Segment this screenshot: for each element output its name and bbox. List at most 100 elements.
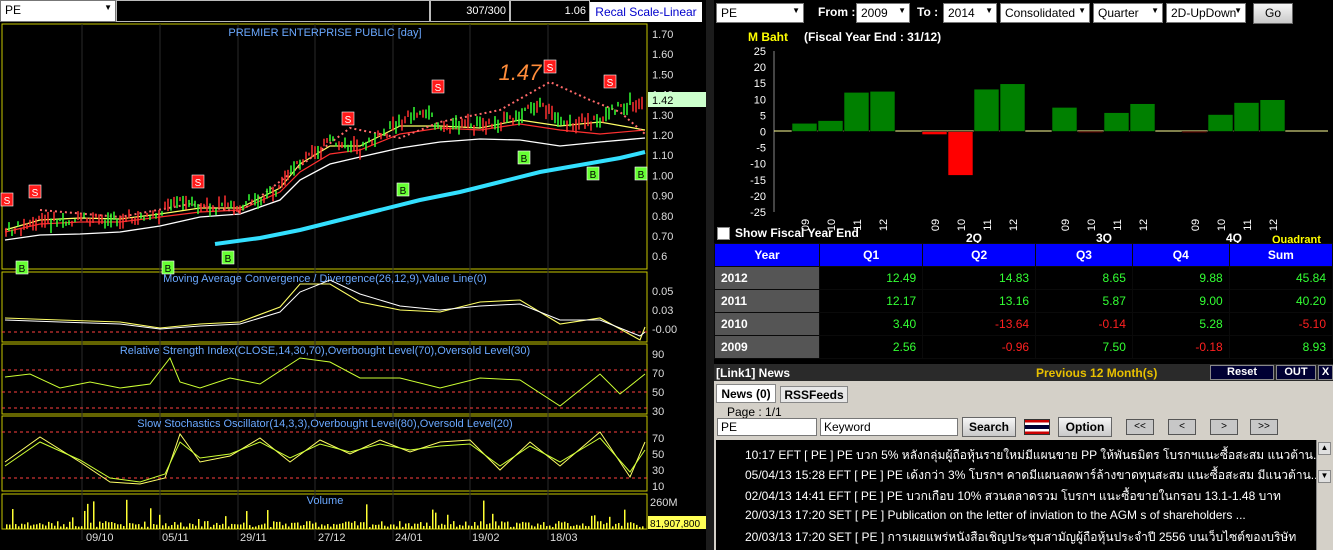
last-price-label: 1.42 [652,95,673,107]
earnings-bar [1181,131,1208,133]
volume-bar [261,524,263,529]
volume-bar [570,526,572,529]
volume-bar [342,523,344,529]
show-fiscal-label: Show Fiscal Year End [735,226,859,240]
from-year-select[interactable]: 2009 ▼ [856,3,910,23]
price-tick: 1.10 [652,150,673,162]
col-q1[interactable]: Q1 [818,243,924,267]
volume-bar [186,526,188,529]
volume-bar [381,521,383,529]
volume-bar [339,523,341,529]
to-year-select[interactable]: 2014 ▼ [943,3,997,23]
period-select[interactable]: Quarter ▼ [1093,3,1163,23]
chart-unit-title: M Baht [748,30,788,44]
flag-icon[interactable] [1024,419,1050,435]
earnings-y-tick: 25 [754,46,766,58]
go-button[interactable]: Go [1253,3,1293,24]
news-item[interactable]: 05/04/13 15:28 EFT [ PE ] PE เด้งกว่า 3%… [745,466,1321,485]
view-select[interactable]: 2D-UpDown ▼ [1166,3,1246,23]
volume-bar [192,524,194,529]
option-button[interactable]: Option [1058,417,1112,437]
volume-bar [543,522,545,529]
sell-signal-label: S [345,115,352,126]
fin-symbol-select[interactable]: PE ▼ [716,3,804,23]
volume-bar [336,524,338,529]
col-year[interactable]: Year [714,243,820,267]
col-q3[interactable]: Q3 [1035,243,1133,267]
volume-bar [102,523,104,529]
panel-divider[interactable] [706,0,714,550]
volume-bar [270,526,272,529]
volume-bar [258,525,260,529]
chevron-down-icon: ▼ [1234,6,1242,15]
news-item[interactable]: 20/03/13 17:20 SET [ PE ] Publication on… [745,508,1246,522]
tab-rssfeeds[interactable]: RSSFeeds [780,386,848,403]
col-q4[interactable]: Q4 [1131,243,1230,267]
news-item[interactable]: 02/04/13 14:41 EFT [ PE ] PE บวกเกือบ 10… [745,487,1281,506]
volume-bar [423,525,425,529]
scroll-up-icon[interactable]: ▲ [1318,442,1331,455]
show-fiscal-checkbox[interactable] [717,227,730,240]
table-cell: 8.93 [1228,335,1333,359]
buy-signal-label: B [521,154,528,165]
volume-bar [30,525,32,529]
earnings-x-tick: 10 [956,219,968,231]
recal-scale-button[interactable]: Recal Scale-Linear [590,2,702,22]
col-q2[interactable]: Q2 [922,243,1037,267]
table-cell: -0.14 [1035,312,1133,336]
volume-bar [72,517,74,529]
col-sum[interactable]: Sum [1228,243,1333,267]
mode-select[interactable]: Consolidated ▼ [1000,3,1090,23]
volume-bar [288,526,290,529]
volume-bar [147,526,149,529]
volume-bar [405,523,407,529]
volume-bar [45,525,47,529]
out-button[interactable]: OUT [1276,365,1316,380]
last-page-button[interactable]: >> [1250,419,1278,435]
price-chart[interactable]: PREMIER ENTERPRISE PUBLIC [day] SSSSSSS … [0,22,706,550]
indicator-tick: 30 [652,406,664,418]
news-item[interactable]: 10:17 EFT [ PE ] PE บวก 5% หลังกลุ่มผู้ถ… [745,446,1323,465]
volume-bar [312,523,314,529]
volume-bar [210,526,212,529]
volume-bar [27,522,29,529]
chevron-down-icon: ▼ [792,6,800,15]
search-button[interactable]: Search [962,417,1016,437]
table-cell: 12.49 [818,266,924,290]
table-cell: 9.88 [1131,266,1230,290]
volume-bar [600,521,602,529]
volume-bar [267,510,269,529]
date-tick: 27/12 [318,532,346,544]
table-cell-year: 2009 [714,335,820,359]
volume-bar [588,526,590,529]
next-page-button[interactable]: > [1210,419,1238,435]
news-item[interactable]: 20/03/13 17:20 SET [ PE ] การเผยแพร่หนัง… [745,528,1296,547]
reset-button[interactable]: Reset [1210,365,1274,380]
news-symbol-input[interactable]: PE [717,418,817,436]
news-scrollbar[interactable] [1316,440,1333,550]
volume-bar [354,521,356,529]
volume-bar [447,514,449,529]
volume-bar [591,515,593,529]
volume-bar [123,525,125,529]
volume-bar [318,526,320,529]
earnings-x-tick: 10 [1086,219,1098,231]
chart-symbol-select[interactable]: PE ▼ [0,0,116,22]
volume-bar [519,523,521,529]
earnings-bar [869,90,896,132]
volume-bar [351,522,353,529]
volume-bar [315,522,317,529]
scroll-down-icon[interactable]: ▼ [1318,470,1331,483]
tab-news[interactable]: News (0) [716,384,776,403]
volume-bar [615,523,617,529]
prev-page-button[interactable]: < [1168,419,1196,435]
news-keyword-input[interactable]: Keyword [820,418,958,436]
volume-bar [300,525,302,529]
volume-bar [81,526,83,529]
first-page-button[interactable]: << [1126,419,1154,435]
earnings-y-tick: -25 [750,207,766,219]
volume-bar [384,525,386,529]
close-button[interactable]: X [1318,365,1333,380]
table-cell: 9.00 [1131,289,1230,313]
volume-bar [153,524,155,529]
